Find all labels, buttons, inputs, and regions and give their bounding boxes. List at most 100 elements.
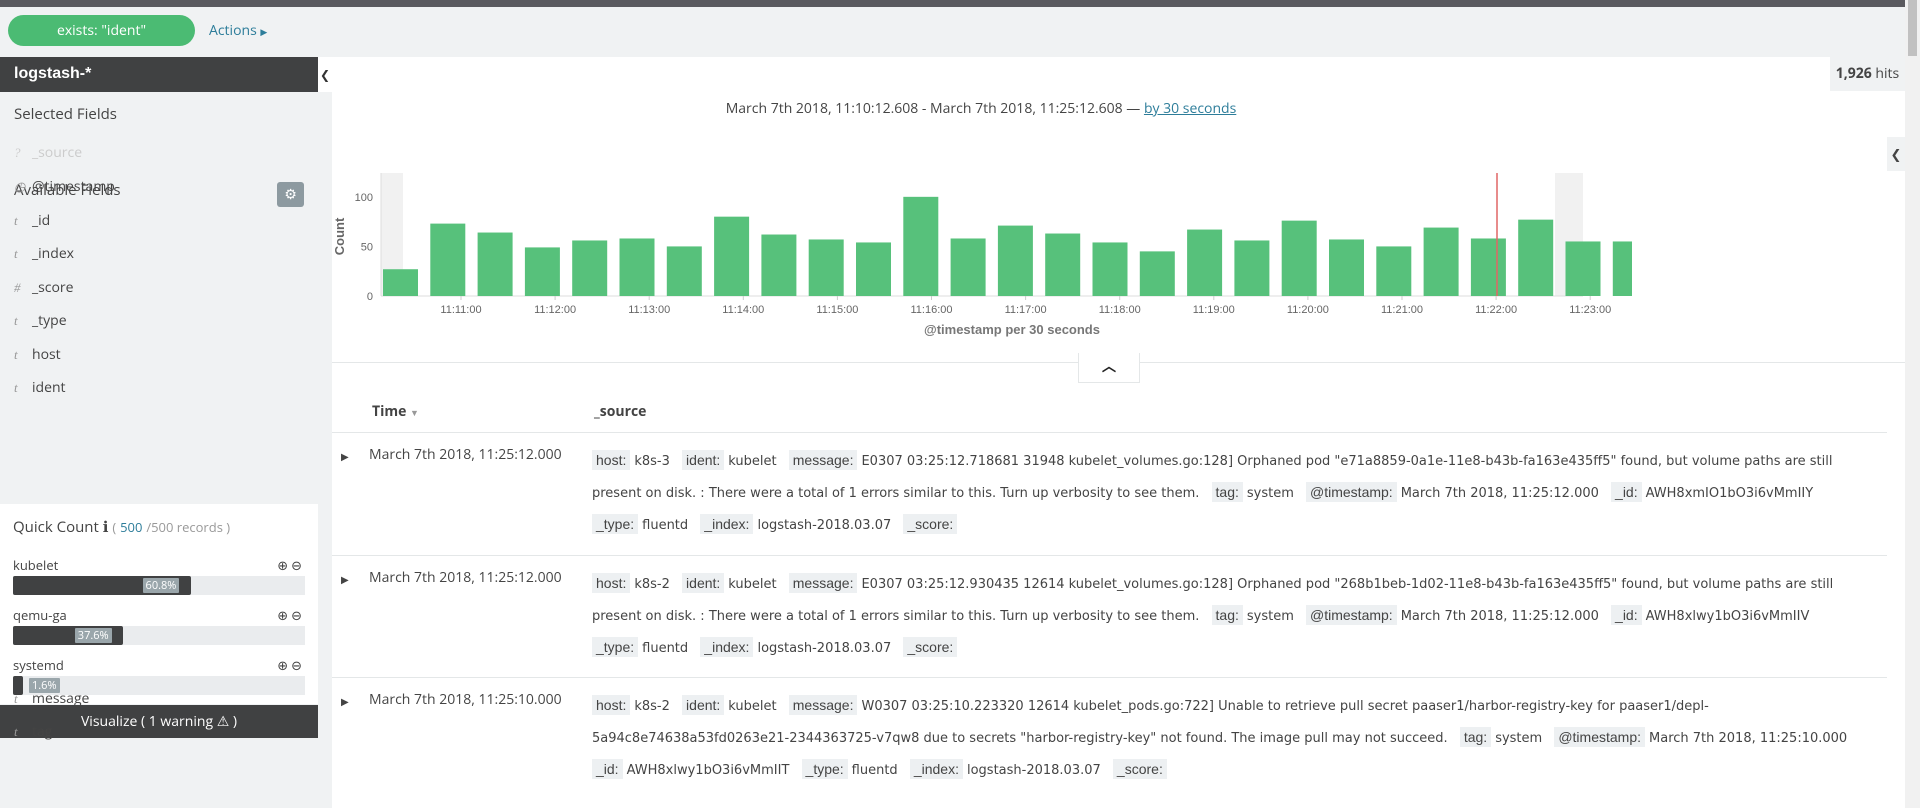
source-value: fluentd — [642, 641, 689, 656]
actions-menu[interactable]: Actions ▶ — [209, 21, 267, 40]
caret-right-icon: ▶ — [260, 25, 268, 38]
x-tick-label: 11:23:00 — [1569, 304, 1611, 316]
source-value: system — [1495, 731, 1543, 746]
expand-caret-icon[interactable]: ▶ — [341, 449, 349, 463]
histogram-bar[interactable] — [950, 238, 986, 296]
doc-time: March 7th 2018, 11:25:12.000 — [369, 568, 562, 587]
zoom-in-out-icon[interactable]: ⊕⊖ — [277, 606, 305, 624]
histogram-bar[interactable] — [714, 216, 750, 296]
col-time-header[interactable]: Time ▼ — [372, 402, 419, 421]
source-key: _type: — [801, 759, 848, 779]
histogram-bar[interactable] — [383, 269, 418, 296]
zoom-in-out-icon[interactable]: ⊕⊖ — [277, 656, 305, 674]
quick-count-bar: 37.6% — [13, 626, 305, 645]
zoom-in-out-icon[interactable]: ⊕⊖ — [277, 556, 305, 574]
source-key: _score: — [903, 514, 958, 534]
scroll-thumb[interactable] — [1908, 0, 1917, 56]
doc-row[interactable]: ▶ March 7th 2018, 11:25:10.000 host: k8s-2 … — [332, 677, 1887, 800]
expand-caret-icon[interactable]: ▶ — [341, 572, 349, 586]
index-pattern-title[interactable]: logstash-* — [0, 57, 318, 92]
field-item[interactable]: t ident — [14, 378, 66, 397]
actions-label[interactable]: Actions — [209, 21, 257, 40]
x-tick-label: 11:15:00 — [816, 304, 858, 316]
histogram-bar[interactable] — [1470, 238, 1506, 296]
histogram-bar[interactable] — [903, 196, 939, 296]
field-item[interactable]: t _id — [14, 211, 50, 230]
field-name: message — [32, 689, 90, 708]
field-item[interactable]: t _index — [14, 244, 74, 263]
doc-row[interactable]: ▶ March 7th 2018, 11:25:12.000 host: k8s-3 … — [332, 432, 1887, 555]
doc-row[interactable]: ▶ March 7th 2018, 11:25:12.000 host: k8s-2 … — [332, 555, 1887, 677]
histogram-bar[interactable] — [1281, 220, 1317, 296]
histogram-bar[interactable] — [1329, 239, 1364, 296]
source-key: message: — [788, 573, 858, 593]
source-key: _index: — [909, 759, 963, 779]
unknown-type-icon: ? — [14, 145, 21, 160]
histogram-bar[interactable] — [1423, 227, 1459, 296]
source-key: @timestamp: — [1306, 482, 1397, 502]
gear-icon[interactable]: ⚙ — [277, 182, 304, 207]
histogram-bar[interactable] — [1612, 241, 1632, 296]
field-type-icon: t — [14, 691, 18, 706]
histogram-bar[interactable] — [1139, 251, 1175, 296]
histogram-bar[interactable] — [1092, 242, 1128, 296]
source-value: k8s-2 — [634, 699, 670, 714]
doc-source: host: k8s-3 ident: kubelet message: E0307 0… — [592, 445, 1882, 541]
histogram-bar[interactable] — [572, 240, 608, 296]
interval-link[interactable]: by 30 seconds — [1144, 99, 1236, 118]
field-item[interactable]: # _score — [14, 278, 74, 297]
chevron-left-icon[interactable]: ❮ — [1887, 137, 1905, 171]
histogram-bar[interactable] — [856, 242, 891, 296]
x-axis-label: @timestamp per 30 seconds — [924, 322, 1100, 337]
source-value: kubelet — [728, 577, 777, 592]
histogram-bar[interactable] — [619, 238, 655, 296]
field-item[interactable]: t tag — [14, 722, 52, 741]
histogram-bar[interactable] — [1045, 233, 1081, 296]
filter-pill[interactable]: exists: "ident" — [8, 15, 195, 46]
y-tick-label: 50 — [361, 241, 373, 253]
collapse-sidebar-icon[interactable]: ❮ — [318, 57, 332, 92]
histogram-bar[interactable] — [1187, 229, 1223, 296]
source-key: host: — [592, 450, 631, 470]
histogram-bar[interactable] — [1518, 219, 1554, 296]
histogram-bar[interactable] — [997, 225, 1033, 296]
histogram-bar[interactable] — [1234, 240, 1270, 296]
field-item[interactable]: ◷ @timestamp — [14, 177, 115, 196]
field-item[interactable]: t _type — [14, 311, 67, 330]
field-item[interactable]: t host — [14, 345, 61, 364]
top-bar — [0, 0, 1920, 7]
field-type-icon: t — [14, 346, 18, 362]
x-tick-label: 11:14:00 — [722, 304, 764, 316]
time-range: March 7th 2018, 11:10:12.608 - March 7th… — [332, 99, 1630, 118]
scrollbar[interactable] — [1905, 0, 1920, 808]
chevron-up-icon[interactable]: ︿ — [1078, 353, 1140, 383]
quick-count-number[interactable]: 500 — [120, 518, 142, 536]
expand-caret-icon[interactable]: ▶ — [341, 694, 349, 708]
field-source[interactable]: ? _source — [14, 143, 82, 162]
main-panel: 1,926 hits March 7th 2018, 11:10:12.608 … — [332, 57, 1905, 808]
source-key: host: — [592, 573, 631, 593]
histogram-bar[interactable] — [1565, 241, 1601, 296]
quick-count-item: qemu-ga ⊕⊖ 37.6% — [13, 606, 305, 654]
histogram-bar[interactable] — [666, 246, 702, 296]
info-icon: ℹ — [102, 517, 109, 537]
source-key: message: — [788, 695, 858, 715]
histogram-bar[interactable] — [808, 239, 844, 296]
source-key: tag: — [1211, 605, 1243, 625]
histogram-bar[interactable] — [761, 234, 797, 296]
field-item[interactable]: t message — [14, 689, 89, 708]
histogram-bar[interactable] — [430, 223, 466, 296]
col-source-header: _source — [594, 402, 647, 421]
sort-down-icon[interactable]: ▼ — [410, 406, 419, 419]
source-key: ident: — [682, 573, 725, 593]
histogram-bar[interactable] — [477, 232, 513, 296]
histogram-bar[interactable] — [1376, 246, 1412, 296]
source-value: fluentd — [851, 763, 898, 778]
x-tick-label: 11:17:00 — [1005, 304, 1047, 316]
source-value: AWH8xlwy1bO3i6vMmIIT — [626, 763, 790, 778]
time-range-text: March 7th 2018, 11:10:12.608 - March 7th… — [725, 99, 1144, 118]
doc-source: host: k8s-2 ident: kubelet message: W0307 0… — [592, 690, 1882, 786]
quick-count-label: Quick Count — [13, 517, 99, 537]
histogram-bar[interactable] — [524, 247, 560, 296]
source-key: @timestamp: — [1554, 727, 1646, 747]
